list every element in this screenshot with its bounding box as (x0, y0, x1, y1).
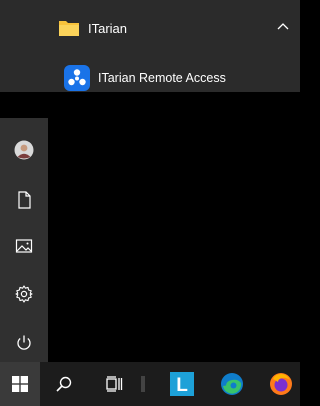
taskbar: L (0, 362, 300, 406)
edge-icon (221, 373, 243, 395)
svg-text:L: L (176, 375, 188, 396)
launcher-app-button[interactable]: L (162, 362, 202, 406)
start-side-rail (0, 118, 48, 362)
pictures-button[interactable] (0, 226, 48, 266)
search-button[interactable] (44, 362, 84, 406)
folder-label: ITarian (88, 20, 128, 36)
start-menu-app-list: ITarian ITarian Remote Access (0, 0, 300, 92)
gear-icon (15, 285, 33, 303)
power-icon (17, 335, 31, 350)
avatar-icon (14, 140, 34, 160)
firefox-icon (270, 373, 292, 395)
app-label: ITarian Remote Access (98, 71, 226, 85)
app-itarian-remote-access[interactable]: ITarian Remote Access (0, 58, 300, 98)
taskbar-divider (138, 362, 148, 406)
firefox-button[interactable] (262, 362, 300, 406)
search-icon (56, 376, 72, 392)
documents-button[interactable] (0, 180, 48, 220)
task-view-icon (106, 376, 123, 392)
settings-button[interactable] (0, 274, 48, 314)
power-button[interactable] (0, 323, 48, 363)
chevron-up-icon[interactable] (276, 20, 290, 34)
edge-button[interactable] (212, 362, 252, 406)
folder-itarian[interactable]: ITarian (0, 8, 300, 48)
start-button[interactable] (0, 362, 40, 406)
itarian-remote-access-icon (64, 65, 90, 91)
task-view-button[interactable] (94, 362, 134, 406)
launcher-l-icon: L (170, 372, 194, 396)
document-icon (18, 191, 31, 209)
windows-logo-icon (12, 376, 28, 392)
image-icon (15, 239, 33, 253)
user-account-button[interactable] (0, 130, 48, 170)
folder-icon (59, 21, 79, 36)
